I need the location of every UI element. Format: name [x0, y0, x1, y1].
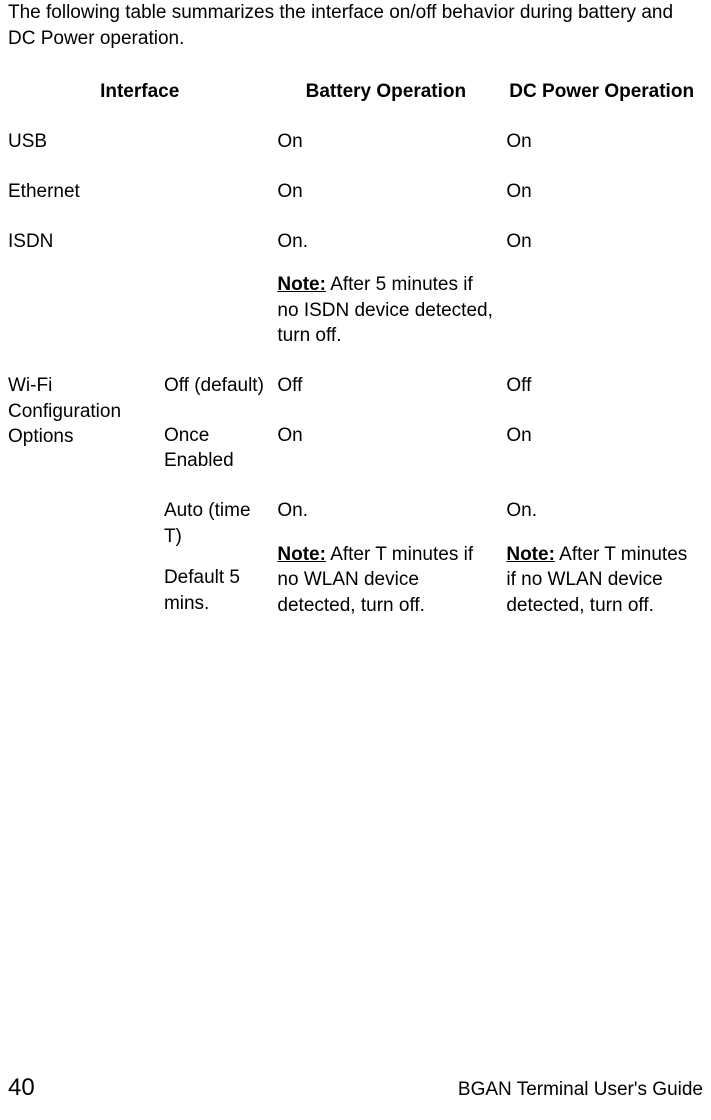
wifi-auto-time-label: Auto (time T): [164, 498, 265, 549]
cell-dc-isdn: On: [500, 217, 703, 362]
page-footer: 40 BGAN Terminal User's Guide: [8, 1074, 703, 1102]
isdn-note: Note: After 5 minutes if no ISDN device …: [277, 272, 494, 349]
wifi-option-label: Off (default): [158, 361, 271, 411]
cell-battery-ethernet: On: [271, 167, 500, 217]
table-row: Ethernet On On: [8, 167, 703, 217]
wifi-auto-dc-note: Note: After T minutes if no WLAN device …: [506, 542, 697, 619]
note-label: Note:: [506, 544, 555, 565]
table-header-row: Interface Battery Operation DC Power Ope…: [8, 73, 703, 117]
wifi-option-label: Auto (time T) Default 5 mins.: [158, 486, 271, 631]
cell-dc-wifi-auto: On. Note: After T minutes if no WLAN dev…: [500, 486, 703, 631]
intro-text: The following table summarizes the inter…: [8, 0, 703, 51]
cell-battery-isdn: On. Note: After 5 minutes if no ISDN dev…: [271, 217, 500, 362]
table-row: USB On On: [8, 117, 703, 167]
cell-interface-ethernet: Ethernet: [8, 167, 271, 217]
cell-battery-wifi-off: Off: [271, 361, 500, 411]
wifi-auto-dc-on: On.: [506, 500, 537, 521]
cell-battery-wifi-auto: On. Note: After T minutes if no WLAN dev…: [271, 486, 500, 631]
wifi-default-mins-label: Default 5 mins.: [164, 565, 265, 616]
cell-interface-wifi: Wi-Fi Configuration Options: [8, 361, 158, 630]
interface-behavior-table: Interface Battery Operation DC Power Ope…: [8, 73, 703, 630]
cell-dc-usb: On: [500, 117, 703, 167]
table-row: ISDN On. Note: After 5 minutes if no ISD…: [8, 217, 703, 362]
wifi-auto-battery-note: Note: After T minutes if no WLAN device …: [277, 542, 494, 619]
table-row: Wi-Fi Configuration Options Off (default…: [8, 361, 703, 411]
wifi-option-label: Once Enabled: [158, 411, 271, 486]
cell-interface-usb: USB: [8, 117, 271, 167]
cell-battery-wifi-once: On: [271, 411, 500, 486]
cell-interface-isdn: ISDN: [8, 217, 271, 362]
page-number: 40: [8, 1074, 35, 1102]
wifi-auto-battery-on: On.: [277, 500, 308, 521]
cell-dc-wifi-once: On: [500, 411, 703, 486]
cell-battery-usb: On: [271, 117, 500, 167]
guide-title: BGAN Terminal User's Guide: [458, 1079, 703, 1101]
header-dcpower: DC Power Operation: [500, 73, 703, 117]
header-interface: Interface: [8, 73, 271, 117]
cell-dc-ethernet: On: [500, 167, 703, 217]
header-battery: Battery Operation: [271, 73, 500, 117]
cell-dc-wifi-off: Off: [500, 361, 703, 411]
isdn-battery-on: On.: [277, 231, 308, 252]
note-label: Note:: [277, 274, 326, 295]
note-label: Note:: [277, 544, 326, 565]
